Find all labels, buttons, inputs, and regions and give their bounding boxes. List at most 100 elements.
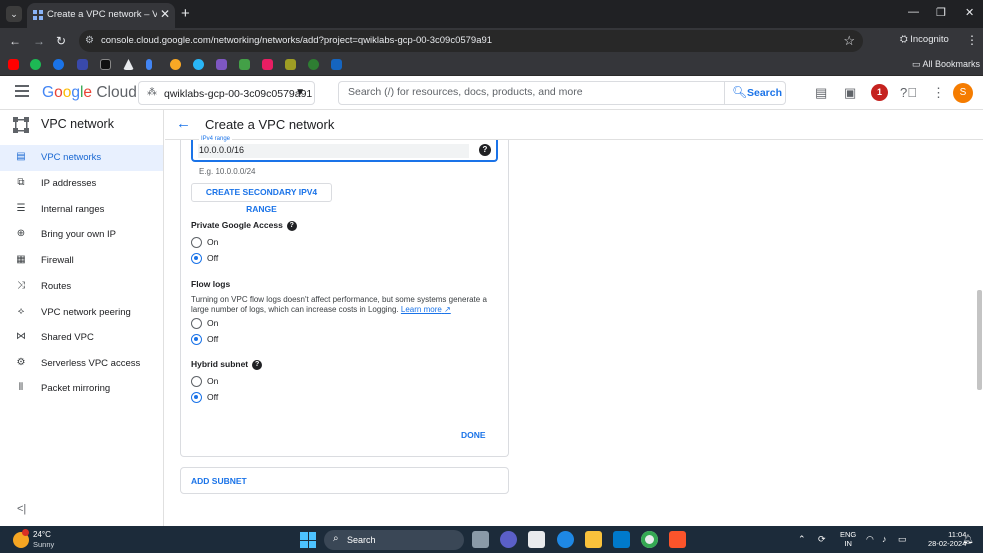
back-icon[interactable]: ← <box>9 34 21 48</box>
avatar[interactable]: S <box>953 83 973 103</box>
clock-time: 11:04 <box>948 530 967 539</box>
google-cloud-logo[interactable]: Google Cloud <box>42 84 137 102</box>
ipv4-range-field[interactable]: IPv4 range 10.0.0.0/16 ? <box>191 136 498 162</box>
more-options-icon[interactable]: ⋮ <box>932 85 945 101</box>
file-explorer-icon[interactable] <box>585 531 602 548</box>
hybrid-subnet-off-radio[interactable]: Off <box>191 392 291 404</box>
incognito-indicator[interactable]: ⛭ Incognito <box>900 34 949 45</box>
browser-tab-active[interactable]: Create a VPC network – VPC ne ✕ <box>27 3 175 28</box>
sidebar-item-ip-addresses[interactable]: ⧉ IP addresses <box>0 171 163 197</box>
learn-more-link[interactable]: Learn more ↗ <box>401 305 451 314</box>
sync-icon[interactable]: ⟳ <box>818 534 826 545</box>
sidebar-item-byoip[interactable]: ⊕ Bring your own IP <box>0 222 163 248</box>
reload-icon[interactable]: ↻ <box>56 34 66 48</box>
help-icon[interactable]: ? <box>252 359 263 370</box>
bookmark-icon-11[interactable] <box>239 59 250 70</box>
forward-icon[interactable]: → <box>33 34 45 48</box>
bookmark-icon-4[interactable] <box>77 59 88 70</box>
edge-icon[interactable] <box>557 531 574 548</box>
collapse-sidebar-icon[interactable]: <| <box>17 503 26 515</box>
task-view-icon[interactable] <box>472 531 489 548</box>
product-header: VPC network <box>0 110 163 140</box>
url-text[interactable]: console.cloud.google.com/networking/netw… <box>101 35 492 46</box>
help-icon[interactable]: ? <box>479 144 491 156</box>
region-code: IN <box>844 539 852 548</box>
taskbar-search[interactable]: ⌕ Search <box>324 530 464 550</box>
brave-icon[interactable] <box>669 531 686 548</box>
bookmark-icon-12[interactable] <box>262 59 273 70</box>
project-picker[interactable]: ⁂ qwiklabs-gcp-00-3c09c0579a91 ▼ <box>138 81 315 105</box>
cloud-shell-icon[interactable]: ▣ <box>844 85 856 101</box>
page-scrollbar[interactable] <box>977 290 982 390</box>
create-secondary-range-button[interactable]: CREATE SECONDARY IPV4 RANGE <box>191 183 332 214</box>
chrome-menu-icon[interactable]: ⋮ <box>966 33 978 47</box>
show-hidden-icons-icon[interactable]: ⌃ <box>798 534 806 545</box>
close-window-icon[interactable]: ✕ <box>965 6 974 19</box>
bookmark-icon-8[interactable] <box>170 59 181 70</box>
all-bookmarks-button[interactable]: ▭ All Bookmarks <box>912 59 980 70</box>
tab-search-button[interactable]: ⌄ <box>6 6 22 22</box>
notification-bell-icon[interactable]: 🔔︎ <box>962 534 973 545</box>
bookmark-icon-5[interactable] <box>100 59 111 70</box>
sidebar-item-packet-mirroring[interactable]: ⦀ Packet mirroring <box>0 376 163 402</box>
volume-icon[interactable]: ♪ <box>882 534 887 544</box>
sidebar-item-shared-vpc[interactable]: ⋈ Shared VPC <box>0 325 163 351</box>
main-menu-icon[interactable] <box>15 85 29 97</box>
sidebar-item-vpc-networks[interactable]: ▤ VPC networks <box>0 145 163 171</box>
flow-logs-on-radio[interactable]: On <box>191 318 291 330</box>
bookmark-icon-10[interactable] <box>216 59 227 70</box>
ipv4-range-input[interactable]: 10.0.0.0/16 <box>198 144 469 158</box>
windows-start-icon[interactable] <box>300 532 316 548</box>
hybrid-subnet-on-radio[interactable]: On <box>191 376 291 388</box>
minimize-icon[interactable]: — <box>908 6 919 18</box>
help-icon[interactable]: ?⃝ <box>900 85 917 100</box>
weather-temperature[interactable]: 24°C <box>33 530 51 539</box>
vscode-icon[interactable] <box>613 531 630 548</box>
omnibox[interactable]: ⚙ console.cloud.google.com/networking/ne… <box>79 30 863 52</box>
weather-condition[interactable]: Sunny <box>33 540 54 549</box>
add-subnet-button[interactable]: ADD SUBNET <box>191 476 247 486</box>
bookmark-icon-3[interactable] <box>53 59 64 70</box>
language-indicator[interactable]: ENG IN <box>840 530 856 548</box>
ipv4-range-value: 10.0.0.0/16 <box>199 145 245 155</box>
new-tab-icon[interactable]: + <box>181 5 190 22</box>
search-input[interactable] <box>348 86 718 98</box>
youtube-bookmark-icon[interactable] <box>8 59 19 70</box>
back-arrow-icon[interactable]: ← <box>176 115 191 132</box>
sidebar-item-serverless-vpc-access[interactable]: ⚙ Serverless VPC access <box>0 351 163 377</box>
meet-icon[interactable] <box>500 531 517 548</box>
bookmark-icon-14[interactable] <box>308 59 319 70</box>
radio-circle <box>191 253 202 264</box>
notifications-badge[interactable]: 1 <box>871 84 888 101</box>
wifi-icon[interactable]: ◠ <box>866 534 874 545</box>
private-google-access-on-radio[interactable]: On <box>191 237 291 249</box>
sidebar-item-firewall[interactable]: ▦ Firewall <box>0 248 163 274</box>
flow-logs-off-radio[interactable]: Off <box>191 334 291 346</box>
private-google-access-off-radio[interactable]: Off <box>191 253 291 265</box>
tab-close-icon[interactable]: ✕ <box>160 7 170 21</box>
sidebar-item-internal-ranges[interactable]: ☰ Internal ranges <box>0 197 163 223</box>
done-button[interactable]: DONE <box>461 430 486 440</box>
site-info-icon[interactable]: ⚙ <box>85 35 94 46</box>
bookmark-icon-13[interactable] <box>285 59 296 70</box>
sidebar-item-vpc-network-peering[interactable]: ⟡ VPC network peering <box>0 300 163 326</box>
spotify-bookmark-icon[interactable] <box>30 59 41 70</box>
bookmark-icon-15[interactable] <box>331 59 342 70</box>
system-clock[interactable]: 11:04 28-02-2024 <box>928 530 966 548</box>
bookmark-star-icon[interactable]: ☆ <box>843 33 855 49</box>
hybrid-subnet-heading: Hybrid subnet? <box>191 359 263 370</box>
chrome-icon[interactable] <box>641 531 658 548</box>
bookmark-icon-6[interactable] <box>123 59 134 70</box>
logo-letter: G <box>42 84 55 101</box>
store-icon[interactable] <box>528 531 545 548</box>
bookmark-icon-7[interactable] <box>146 59 152 70</box>
restore-icon[interactable]: ❐ <box>936 6 946 19</box>
telegram-bookmark-icon[interactable] <box>193 59 204 70</box>
folder-icon: ▭ <box>912 59 921 69</box>
radio-label: Off <box>207 253 219 263</box>
help-icon[interactable]: ? <box>286 220 297 231</box>
search-button[interactable]: 🔍︎ Search <box>724 82 785 104</box>
sidebar-item-routes[interactable]: ⤨ Routes <box>0 274 163 300</box>
battery-icon[interactable]: ▭ <box>898 534 907 545</box>
gemini-chat-icon[interactable]: ▤ <box>815 85 827 101</box>
